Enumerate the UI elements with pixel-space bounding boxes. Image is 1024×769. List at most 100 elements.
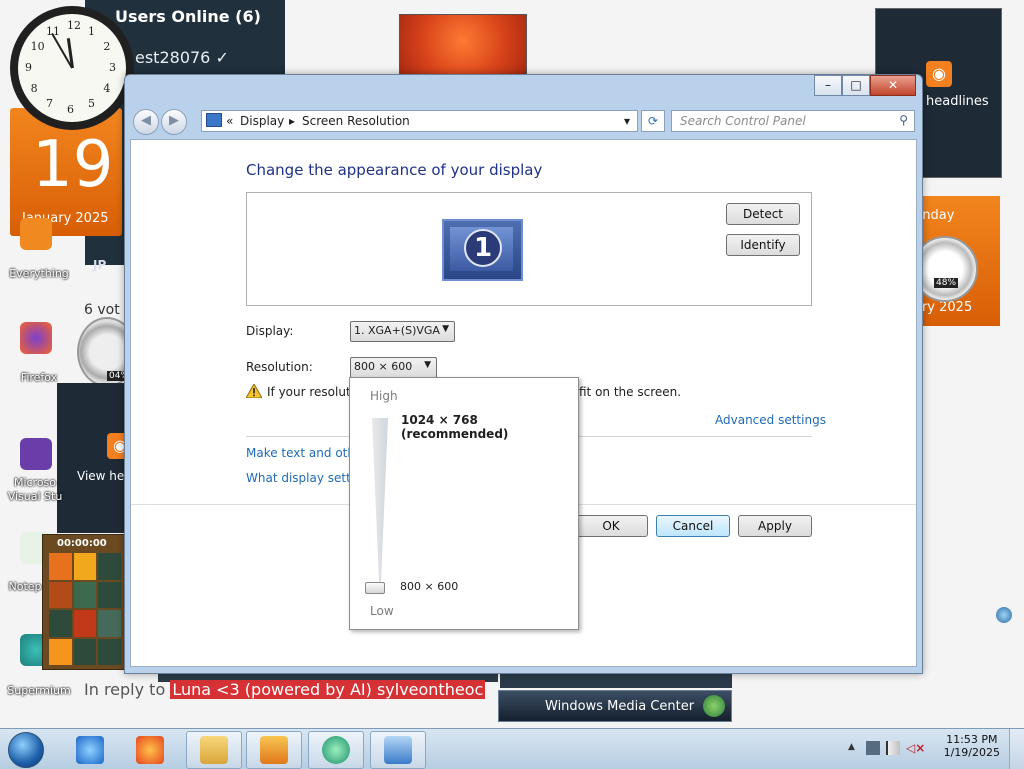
address-dropdown-arrow[interactable]: ▾ — [624, 114, 630, 128]
taskbar-control-panel[interactable] — [370, 731, 426, 769]
clock-number: 5 — [88, 97, 95, 111]
puzzle-grid[interactable] — [49, 553, 121, 665]
resolution-select-value: 800 × 600 — [354, 360, 413, 373]
warning-text-end: fit on the screen. — [579, 385, 682, 399]
windows-logo-icon — [703, 695, 725, 717]
windows-media-center-gadget[interactable]: Windows Media Center — [498, 690, 732, 722]
clock-number: 9 — [25, 61, 32, 74]
max-resolution-option[interactable]: 1024 × 768 (recommended) — [401, 413, 578, 441]
firefox-icon — [136, 736, 164, 764]
clock-number: 10 — [30, 40, 45, 53]
tray-date: 1/19/2025 — [943, 746, 1000, 759]
show-hidden-icons-arrow[interactable]: ▲ — [848, 742, 855, 752]
back-button[interactable]: ◀ — [133, 109, 159, 135]
media-center-icon — [322, 736, 350, 764]
desktop-icon-label[interactable]: Supermium — [4, 684, 74, 697]
volume-muted-icon[interactable]: ◁× — [906, 741, 925, 755]
globe-icon[interactable] — [996, 607, 1012, 623]
display-select[interactable]: 1. XGA+(S)VGA ▼ — [350, 321, 455, 342]
system-tray: ▲ ◁× 11:53 PM 1/19/2025 — [834, 729, 1024, 769]
identify-button[interactable]: Identify — [726, 234, 800, 256]
clock-gadget: 12 1 2 3 4 5 6 7 8 9 10 11 — [10, 6, 134, 130]
resolution-slider-track[interactable] — [372, 418, 388, 586]
visual-studio-icon[interactable] — [20, 438, 52, 470]
current-resolution-option[interactable]: 800 × 600 — [400, 580, 458, 593]
chevron-down-icon: ▼ — [442, 324, 449, 334]
desktop-icon-label[interactable]: Firefox — [4, 371, 74, 384]
advanced-settings-link[interactable]: Advanced settings — [715, 413, 826, 427]
desktop-icon-label[interactable]: Microso Visual Stu — [0, 476, 70, 504]
apply-button[interactable]: Apply — [738, 515, 812, 537]
desktop-icon-label[interactable]: Everything — [4, 267, 74, 280]
refresh-button[interactable]: ⟳ — [641, 110, 665, 132]
control-panel-icon — [384, 736, 412, 764]
high-label: High — [370, 389, 398, 403]
reply-text: In reply to Luna <3 (powered by AI) sylv… — [84, 680, 486, 699]
search-input[interactable]: Search Control Panel ⚲ — [671, 110, 915, 132]
cpu-gauge-right-pct: 48% — [934, 278, 959, 288]
puzzle-gadget[interactable]: 00:00:00 — [42, 534, 128, 670]
close-button[interactable]: ✕ — [870, 75, 916, 96]
tray-time: 11:53 PM — [946, 733, 998, 746]
clock-face: 12 1 2 3 4 5 6 7 8 9 10 11 — [18, 14, 126, 122]
forward-button[interactable]: ▶ — [161, 109, 187, 135]
monitor-number: 1 — [464, 229, 502, 267]
users-online-user: est28076 ✓ — [135, 48, 229, 67]
display-preview: 1 Detect Identify — [246, 192, 812, 306]
show-desktop-button[interactable] — [1009, 729, 1024, 769]
photo-gadget — [399, 14, 527, 80]
internet-explorer-icon — [76, 736, 104, 764]
resolution-select[interactable]: 800 × 600 ▼ — [350, 357, 437, 378]
monitor-1[interactable]: 1 — [442, 219, 523, 281]
display-label: Display: — [246, 324, 294, 338]
breadcrumb-display[interactable]: Display — [240, 114, 284, 128]
windows-logo-icon — [8, 732, 44, 768]
firefox-icon[interactable] — [20, 322, 52, 354]
maximize-button[interactable]: □ — [842, 75, 870, 96]
resolution-slider-thumb[interactable] — [365, 582, 385, 594]
user-initials: JP — [93, 258, 107, 272]
ok-button[interactable]: OK — [574, 515, 648, 537]
resolution-slider-popup[interactable]: High 1024 × 768 (recommended) 800 × 600 … — [349, 377, 579, 630]
window-controls: – □ ✕ — [814, 75, 916, 96]
address-bar[interactable]: « Display ▸ Screen Resolution ▾ — [201, 110, 638, 132]
detect-button[interactable]: Detect — [726, 203, 800, 225]
cancel-button[interactable]: Cancel — [656, 515, 730, 537]
resolution-label: Resolution: — [246, 360, 313, 374]
taskbar-firefox[interactable] — [122, 731, 178, 769]
minimize-button[interactable]: – — [814, 75, 842, 96]
clock-number: 6 — [67, 103, 74, 116]
search-icon[interactable]: ⚲ — [899, 113, 908, 127]
breadcrumb-chevrons[interactable]: « — [226, 114, 233, 128]
warning-text-start: If your resolutio — [267, 385, 362, 399]
taskbar-file-explorer[interactable] — [186, 731, 242, 769]
network-icon[interactable] — [866, 741, 880, 755]
taskbar: ▲ ◁× 11:53 PM 1/19/2025 — [0, 728, 1024, 769]
calendar-day: 19 — [32, 128, 114, 202]
votes-text: 6 vot — [84, 302, 120, 318]
clock-number: 1 — [88, 24, 95, 38]
search-placeholder: Search Control Panel — [680, 114, 806, 128]
rss-gadget-left: ◉ View he — [57, 383, 133, 533]
action-center-flag-icon[interactable] — [886, 741, 900, 755]
start-button[interactable] — [2, 730, 50, 768]
taskbar-internet-explorer[interactable] — [62, 731, 118, 769]
breadcrumb-current[interactable]: Screen Resolution — [302, 114, 410, 128]
rss-gadget-left-label: View he — [77, 469, 125, 483]
low-label: Low — [370, 604, 394, 618]
tray-clock[interactable]: 11:53 PM 1/19/2025 — [944, 733, 1000, 759]
rss-gadget-right-label: headlines — [926, 94, 989, 109]
page-title: Change the appearance of your display — [246, 161, 543, 179]
clock-number: 8 — [30, 82, 38, 95]
breadcrumb-arrow[interactable]: ▸ — [289, 114, 295, 128]
wmc-label: Windows Media Center — [545, 699, 695, 714]
control-panel-icon — [206, 113, 222, 127]
puzzle-timer: 00:00:00 — [57, 538, 107, 549]
users-online-title: Users Online (6) — [115, 7, 261, 26]
media-player-icon — [260, 736, 288, 764]
everything-icon[interactable] — [20, 218, 52, 250]
taskbar-media-center[interactable] — [308, 731, 364, 769]
taskbar-media-player[interactable] — [246, 731, 302, 769]
clock-number: 2 — [103, 40, 111, 53]
clock-number: 12 — [67, 19, 81, 32]
